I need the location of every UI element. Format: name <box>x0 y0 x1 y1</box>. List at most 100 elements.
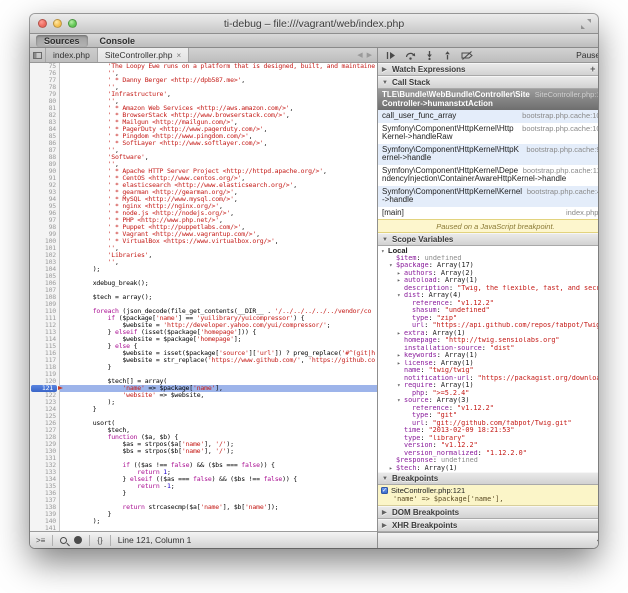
breakpoint-checkbox[interactable]: ✓ <box>381 487 388 494</box>
chevron-right-icon[interactable]: ▸ <box>397 352 404 360</box>
scope-variable-row[interactable]: name: "twig/twig" <box>378 367 598 375</box>
dom-breakpoints-header[interactable]: ▶ DOM Breakpoints <box>378 506 598 519</box>
scope-variable-row[interactable]: $response: undefined <box>378 457 598 465</box>
code-editor[interactable]: 75 'The Loopy Ewe runs on a platform tha… <box>30 63 377 531</box>
scope-variable-row[interactable]: ▾$package: Array(17) <box>378 262 598 270</box>
watch-expressions-header[interactable]: ▶ Watch Expressions + ↻ <box>378 63 598 76</box>
code-text[interactable]: $tech = array(); <box>60 294 377 301</box>
code-text[interactable]: } else { <box>60 343 377 350</box>
chevron-right-icon[interactable]: ▸ <box>397 270 404 278</box>
resume-icon[interactable] <box>386 51 396 60</box>
code-text[interactable]: ); <box>60 399 377 406</box>
scope-variable-row[interactable]: ▸autoload: Array(1) <box>378 277 598 285</box>
line-number[interactable]: 141 <box>30 525 60 531</box>
code-text[interactable]: ' * node.js <http://nodejs.org/>', <box>60 210 377 217</box>
call-stack-frame[interactable]: bootstrap.php.cache:411Symfony\Component… <box>378 186 598 207</box>
code-text[interactable]: ); <box>60 266 377 273</box>
code-text[interactable]: $tech[] = array( <box>60 378 377 385</box>
scope-variable-row[interactable]: url: "https://api.github.com/repos/fabpo… <box>378 322 598 330</box>
code-text[interactable]: ' * SoftLayer <http://www.softlayer.com/… <box>60 140 377 147</box>
code-text[interactable]: ' * BrowserStack <http://www.browserstac… <box>60 112 377 119</box>
chevron-right-icon[interactable]: ▸ <box>389 465 396 473</box>
code-text[interactable]: ' * Vagrant <http://www.vagrantup.com/>'… <box>60 231 377 238</box>
code-text[interactable] <box>60 497 377 504</box>
code-text[interactable]: ' * Apache HTTP Server Project <http://h… <box>60 168 377 175</box>
code-text[interactable]: usort( <box>60 420 377 427</box>
scope-variable-row[interactable]: ▸extra: Array(1) <box>378 330 598 338</box>
code-text[interactable]: } <box>60 406 377 413</box>
chevron-down-icon[interactable]: ▾ <box>397 292 404 300</box>
code-text[interactable]: ' * Mailgun <http://mailgun.com/>', <box>60 119 377 126</box>
breakpoints-header[interactable]: ▼ Breakpoints <box>378 472 598 485</box>
search-icon[interactable] <box>60 537 67 544</box>
scope-variable-row[interactable]: version: "v1.12.2" <box>378 442 598 450</box>
code-text[interactable]: $website = $package['homepage']; <box>60 336 377 343</box>
scope-variable-row[interactable]: ▾dist: Array(4) <box>378 292 598 300</box>
scope-variable-row[interactable]: ▸authors: Array(2) <box>378 270 598 278</box>
code-text[interactable]: ' * Danny Berger <http://dpb587.me>', <box>60 77 377 84</box>
scope-variables-header[interactable]: ▼ Scope Variables <box>378 233 598 246</box>
code-text[interactable]: '', <box>60 70 377 77</box>
code-text[interactable] <box>60 273 377 280</box>
settings-gear-icon[interactable] <box>597 535 598 546</box>
code-text[interactable]: $tech, <box>60 427 377 434</box>
chevron-down-icon[interactable]: ▾ <box>397 397 404 405</box>
step-over-icon[interactable] <box>405 51 416 60</box>
scope-variable-row[interactable]: shasum: "undefined" <box>378 307 598 315</box>
code-text[interactable]: '', <box>60 245 377 252</box>
call-stack-frame[interactable]: bootstrap.php.cache:1101Symfony\Componen… <box>378 165 598 186</box>
code-text[interactable]: $as = strpos($a['name'], '/'); <box>60 441 377 448</box>
code-text[interactable]: return -1; <box>60 483 377 490</box>
scope-variable-row[interactable]: time: "2013-02-09 18:21:53" <box>378 427 598 435</box>
scope-variable-row[interactable]: type: "git" <box>378 412 598 420</box>
scope-variable-row[interactable]: homepage: "http://twig.sensiolabs.org" <box>378 337 598 345</box>
code-text[interactable]: ' * nginx <http://nginx.org/>', <box>60 203 377 210</box>
scope-variable-row[interactable]: version_normalized: "1.12.2.0" <box>378 450 598 458</box>
chevron-down-icon[interactable]: ▾ <box>381 248 388 255</box>
code-text[interactable]: ' * Puppet <http://puppetlabs.com/>', <box>60 224 377 231</box>
code-text[interactable]: function ($a, $b) { <box>60 434 377 441</box>
code-text[interactable]: '', <box>60 161 377 168</box>
scope-variable-row[interactable]: php: ">=5.2.4" <box>378 390 598 398</box>
console-toggle-icon[interactable]: >≡ <box>36 536 45 545</box>
step-out-icon[interactable] <box>443 51 452 60</box>
scope-variable-row[interactable]: url: "git://github.com/fabpot/Twig.git" <box>378 420 598 428</box>
scope-variable-row[interactable]: ▾source: Array(3) <box>378 397 598 405</box>
code-text[interactable]: '', <box>60 84 377 91</box>
scope-variable-row[interactable]: $item: undefined <box>378 255 598 263</box>
call-stack-frame[interactable]: bootstrap.php.cache:975Symfony\Component… <box>378 144 598 165</box>
scope-variable-row[interactable]: reference: "v1.12.2" <box>378 300 598 308</box>
scope-variable-row[interactable]: ▸$tech: Array(1) <box>378 465 598 473</box>
code-text[interactable]: ' * CentOS <http://www.centos.org/>', <box>60 175 377 182</box>
title-bar[interactable]: ti-debug – file:///vagrant/web/index.php <box>30 14 598 34</box>
scope-variable-row[interactable]: installation-source: "dist" <box>378 345 598 353</box>
code-text[interactable]: if ($package['name'] == 'yuilibrary/yuic… <box>60 315 377 322</box>
call-stack-frame[interactable]: bootstrap.php.cache:1001Symfony\Componen… <box>378 123 598 144</box>
activity-dot-icon[interactable] <box>74 536 82 544</box>
scope-variable-row[interactable]: description: "Twig, the flexible, fast, … <box>378 285 598 293</box>
breakpoint-entry[interactable]: ✓SiteController.php:121'name' => $packag… <box>378 485 598 506</box>
code-text[interactable]: return strcasecmp($a['name'], $b['name']… <box>60 504 377 511</box>
code-text[interactable]: ' * PagerDuty <http://www.pagerduty.com/… <box>60 126 377 133</box>
code-text[interactable]: foreach (json_decode(file_get_contents(_… <box>60 308 377 315</box>
file-tab-sitecontroller[interactable]: SiteController.php × <box>98 48 189 62</box>
code-text[interactable]: 'The Loopy Ewe runs on a platform that i… <box>60 63 377 70</box>
chevron-down-icon[interactable]: ▾ <box>397 382 404 390</box>
code-text[interactable]: } elseif (($as === false) && ($bs !== fa… <box>60 476 377 483</box>
code-text[interactable]: } <box>60 364 377 371</box>
call-stack-frame[interactable]: bootstrap.php.cache:1001call_user_func_a… <box>378 110 598 123</box>
call-stack-header[interactable]: ▼ Call Stack <box>378 76 598 89</box>
code-text[interactable] <box>60 371 377 378</box>
code-text[interactable]: ' * elasticsearch <http://www.elasticsea… <box>60 182 377 189</box>
chevron-right-icon[interactable]: ▸ <box>397 330 404 338</box>
code-text[interactable]: '', <box>60 259 377 266</box>
file-tab-indexphp[interactable]: index.php <box>46 48 98 62</box>
close-tab-icon[interactable]: × <box>176 51 181 60</box>
scope-variable-row[interactable]: ▸keywords: Array(1) <box>378 352 598 360</box>
tab-console[interactable]: Console <box>92 35 144 47</box>
scope-variable-row[interactable]: reference: "v1.12.2" <box>378 405 598 413</box>
back-icon[interactable]: ◀ <box>357 51 362 59</box>
scope-variable-row[interactable]: ▾require: Array(1) <box>378 382 598 390</box>
step-into-icon[interactable] <box>425 51 434 60</box>
disable-breakpoints-icon[interactable] <box>461 51 473 60</box>
